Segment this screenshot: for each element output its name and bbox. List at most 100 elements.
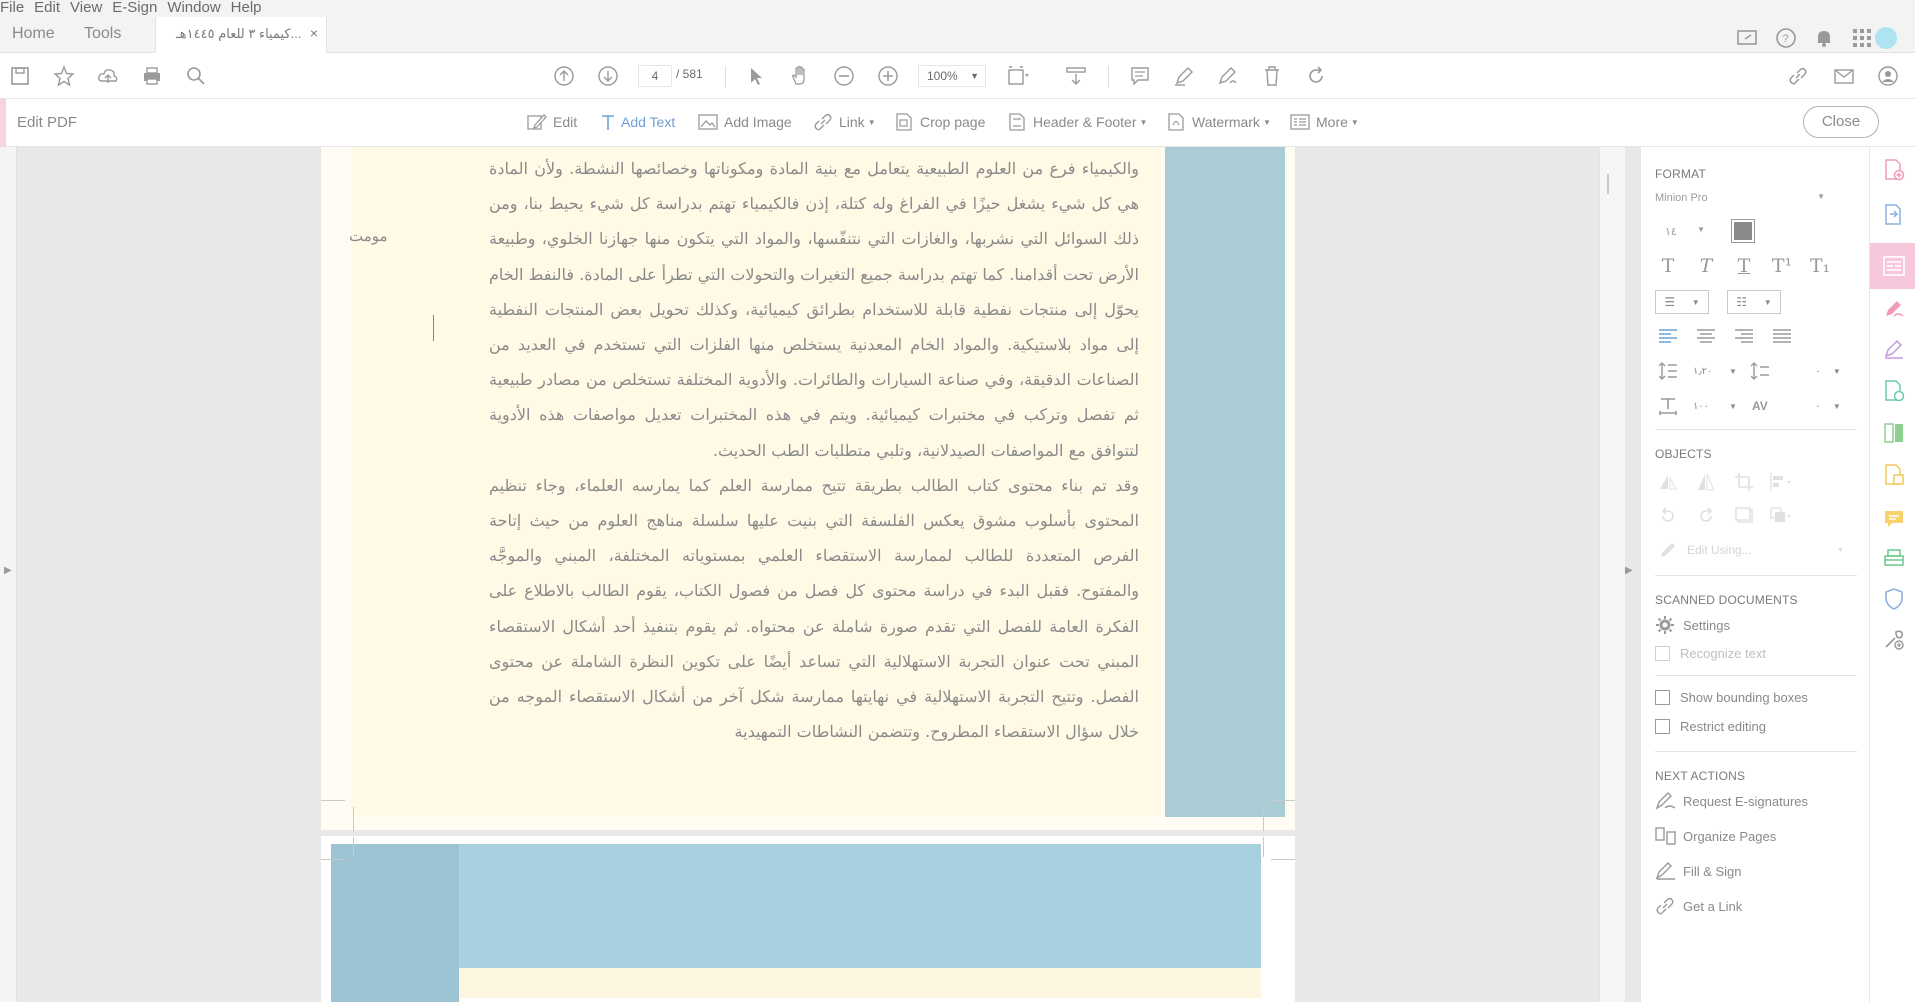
tab-home[interactable]: Home xyxy=(12,23,55,45)
crop-page-button[interactable]: Crop page xyxy=(894,113,985,131)
menu-view[interactable]: View xyxy=(70,0,111,17)
export-pdf-icon[interactable] xyxy=(1882,203,1906,227)
zoom-select[interactable]: 100% ▼ xyxy=(918,65,986,87)
replace-image-icon[interactable] xyxy=(1731,505,1757,527)
checkbox-box[interactable] xyxy=(1655,690,1670,705)
next-page-icon[interactable] xyxy=(596,64,620,88)
left-nav-strip[interactable]: ▶ xyxy=(0,147,17,1002)
horizontal-scale-value[interactable]: ١٠٠ xyxy=(1693,401,1729,412)
edit-pdf-icon[interactable] xyxy=(1882,254,1906,278)
subscript-icon[interactable]: T₁ xyxy=(1807,255,1833,277)
add-text-button[interactable]: Add Text xyxy=(601,113,675,131)
vertical-scrollbar[interactable] xyxy=(1599,147,1625,1002)
rotate-right-icon[interactable] xyxy=(1693,505,1719,527)
more-button[interactable]: More ▼ xyxy=(1290,113,1359,131)
comment-tool-icon[interactable] xyxy=(1882,507,1906,531)
text-italic-icon[interactable]: T xyxy=(1693,255,1719,277)
page-text-block[interactable]: والكيمياء فرع من العلوم الطبيعية يتعامل … xyxy=(489,151,1139,749)
bullet-list-select[interactable]: ☰ ▼ xyxy=(1655,290,1709,314)
edit-using-row[interactable]: Edit Using... ▼ xyxy=(1655,539,1844,561)
flip-vertical-icon[interactable] xyxy=(1693,471,1719,493)
watermark-button[interactable]: Watermark ▼ xyxy=(1166,113,1271,131)
bell-icon[interactable] xyxy=(1811,27,1837,49)
paragraph-spacing-value[interactable]: ٠ xyxy=(1785,366,1821,377)
paragraph-2[interactable]: وقد تم بناء محتوى كتاب الطالب بطريقة تتي… xyxy=(489,468,1139,750)
menu-window[interactable]: Window xyxy=(167,0,229,17)
delete-icon[interactable] xyxy=(1260,64,1284,88)
collapse-panel-icon[interactable]: ▶ xyxy=(1625,565,1633,576)
search-icon[interactable] xyxy=(184,64,208,88)
scroll-thumb[interactable] xyxy=(1607,174,1609,194)
hand-tool-icon[interactable] xyxy=(788,64,812,88)
ocr-settings-button[interactable]: Settings xyxy=(1655,616,1730,634)
align-center-icon[interactable] xyxy=(1693,325,1719,347)
restrict-editing-checkbox[interactable]: Restrict editing xyxy=(1655,719,1766,734)
align-objects-icon[interactable] xyxy=(1769,471,1795,493)
recognize-text-checkbox[interactable]: Recognize text xyxy=(1655,646,1766,661)
edit-tool-button[interactable]: Edit xyxy=(527,113,577,131)
fill-sign-tool-icon[interactable] xyxy=(1882,337,1906,361)
redo-icon[interactable] xyxy=(1304,64,1328,88)
document-viewport[interactable]: ▶ مومت والكيمياء فرع من العلوم الطبيعية … xyxy=(0,147,1640,1002)
tab-document[interactable]: كيمياء ٣ للعام ١٤٤٥هـ... × xyxy=(155,17,327,53)
font-select[interactable]: Minion Pro ▼ xyxy=(1655,192,1825,204)
more-tools-icon[interactable] xyxy=(1882,627,1906,651)
close-edit-button[interactable]: Close xyxy=(1803,106,1879,138)
font-color-swatch[interactable] xyxy=(1731,219,1755,243)
text-plain-icon[interactable]: T xyxy=(1655,255,1681,277)
align-right-icon[interactable] xyxy=(1731,325,1757,347)
email-icon[interactable] xyxy=(1832,64,1856,88)
upload-cloud-icon[interactable] xyxy=(96,64,120,88)
highlight-pen-icon[interactable] xyxy=(1172,64,1196,88)
star-icon[interactable] xyxy=(52,64,76,88)
character-spacing-value[interactable]: ٠ xyxy=(1785,401,1821,412)
sign-icon[interactable] xyxy=(1882,297,1906,321)
superscript-icon[interactable]: T¹ xyxy=(1769,255,1795,277)
show-bounding-boxes-checkbox[interactable]: Show bounding boxes xyxy=(1655,690,1808,705)
scan-ocr-icon[interactable] xyxy=(1882,547,1906,571)
account-icon[interactable] xyxy=(1876,64,1900,88)
select-cursor-icon[interactable] xyxy=(744,64,768,88)
page-number-input[interactable]: 4 xyxy=(638,65,672,87)
zoom-out-icon[interactable] xyxy=(832,64,856,88)
comment-icon[interactable] xyxy=(1128,64,1152,88)
organize-tool-icon[interactable] xyxy=(1882,421,1906,445)
link-button[interactable]: Link ▼ xyxy=(813,113,876,131)
create-pdf-icon[interactable] xyxy=(1882,158,1906,182)
print-icon[interactable] xyxy=(140,64,164,88)
justify-icon[interactable] xyxy=(1769,325,1795,347)
help-icon[interactable]: ? xyxy=(1773,27,1799,49)
zoom-in-icon[interactable] xyxy=(876,64,900,88)
arrange-icon[interactable] xyxy=(1769,505,1795,527)
save-icon[interactable] xyxy=(8,64,32,88)
margin-word[interactable]: مومت xyxy=(349,227,388,245)
previous-page-icon[interactable] xyxy=(552,64,576,88)
menu-help[interactable]: Help xyxy=(231,0,271,17)
share-screen-icon[interactable] xyxy=(1735,27,1761,49)
menu-file[interactable]: File xyxy=(0,0,33,17)
avatar[interactable] xyxy=(1875,27,1897,49)
link-share-icon[interactable] xyxy=(1786,64,1810,88)
checkbox-box[interactable] xyxy=(1655,719,1670,734)
menu-edit[interactable]: Edit xyxy=(34,0,69,17)
font-size-select[interactable]: ١٤ ▼ xyxy=(1665,225,1705,238)
request-esignatures-action[interactable]: Request E-signatures xyxy=(1655,792,1808,810)
flip-horizontal-icon[interactable] xyxy=(1655,471,1681,493)
fill-sign-action[interactable]: Fill & Sign xyxy=(1655,862,1742,880)
organize-pages-action[interactable]: Organize Pages xyxy=(1655,827,1776,845)
menu-esign[interactable]: E-Sign xyxy=(112,0,166,17)
checkbox-box[interactable] xyxy=(1655,646,1670,661)
numbered-list-select[interactable]: ☷ ▼ xyxy=(1727,290,1781,314)
get-link-action[interactable]: Get a Link xyxy=(1655,897,1742,915)
expand-left-icon[interactable]: ▶ xyxy=(4,565,12,576)
line-spacing-value[interactable]: ١٫٢٠ xyxy=(1693,366,1729,377)
align-left-icon[interactable] xyxy=(1655,325,1681,347)
scroll-mode-icon[interactable] xyxy=(1064,64,1088,88)
apps-grid-icon[interactable] xyxy=(1849,27,1875,49)
page-fit-icon[interactable] xyxy=(1006,64,1030,88)
crop-icon[interactable] xyxy=(1731,471,1757,493)
add-image-button[interactable]: Add Image xyxy=(698,113,792,131)
header-footer-button[interactable]: Header & Footer ▼ xyxy=(1007,113,1147,131)
protect-shield-icon[interactable] xyxy=(1882,587,1906,611)
paragraph-1[interactable]: والكيمياء فرع من العلوم الطبيعية يتعامل … xyxy=(489,151,1139,468)
